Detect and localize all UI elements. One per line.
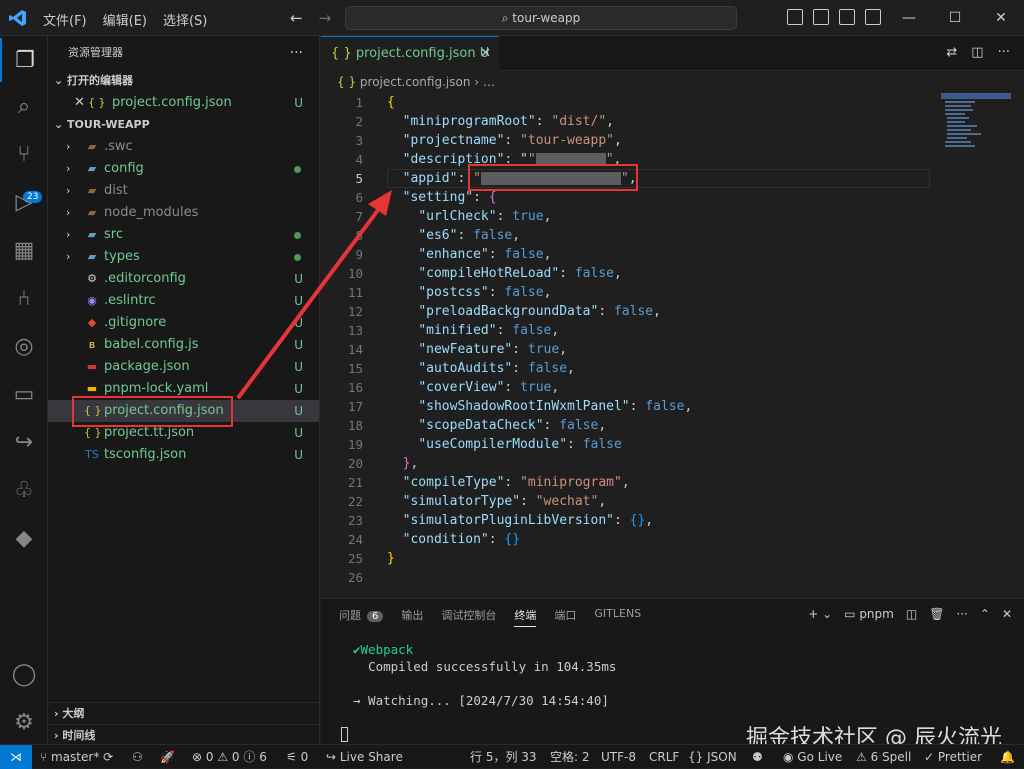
annotation-arrow [236, 190, 392, 400]
